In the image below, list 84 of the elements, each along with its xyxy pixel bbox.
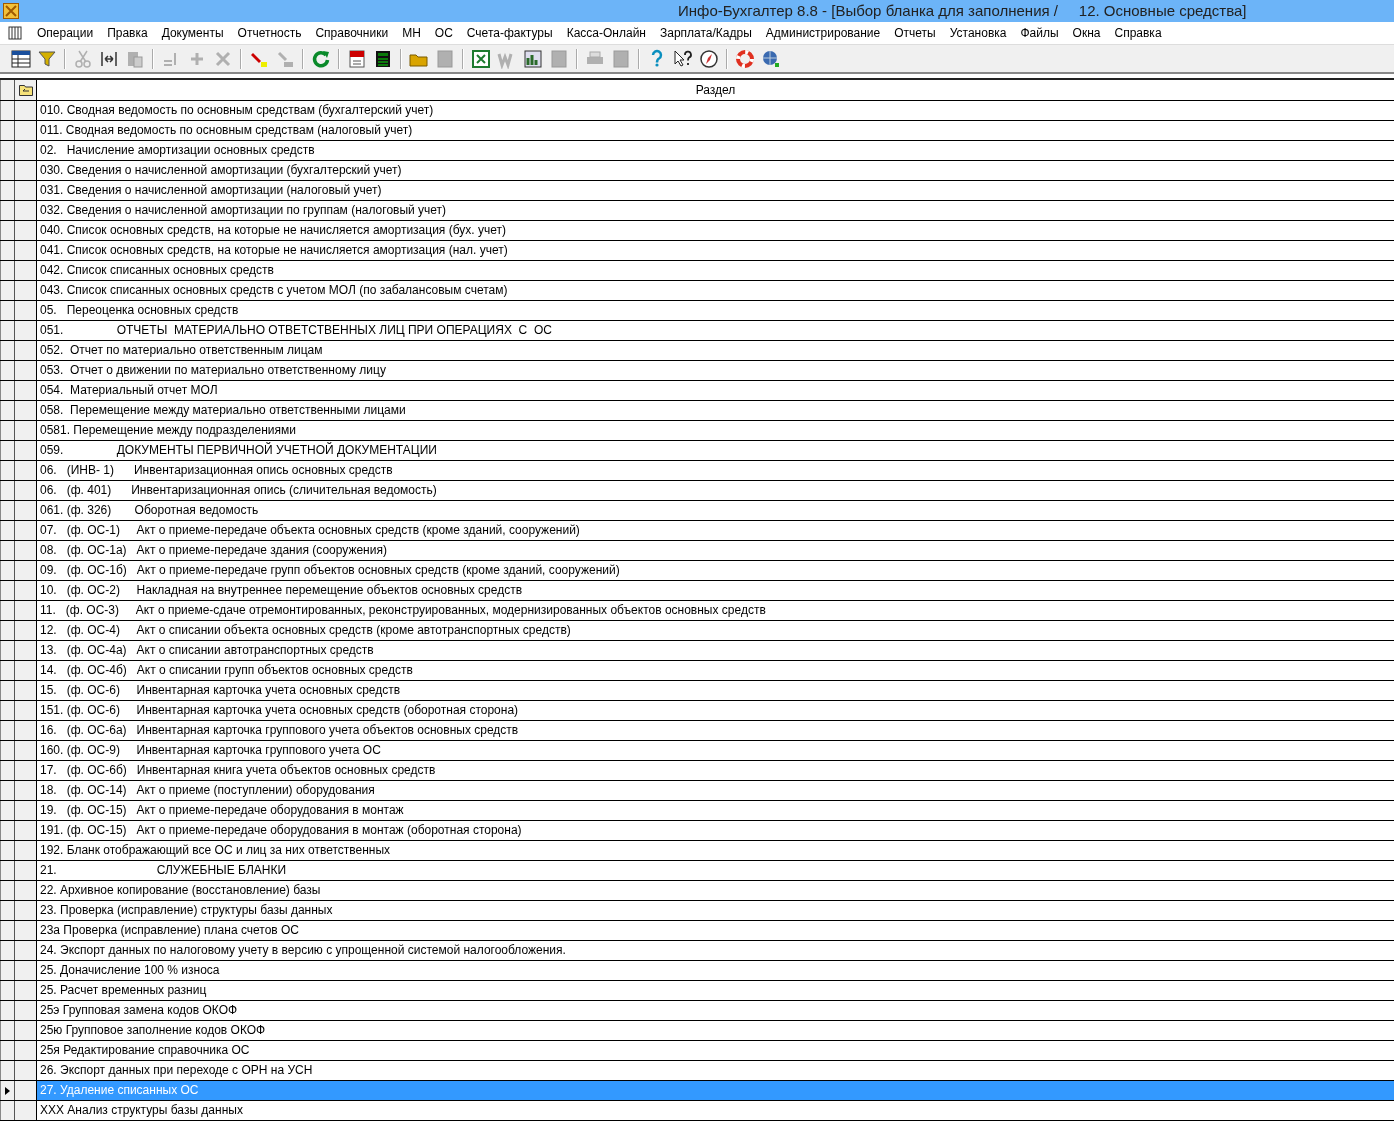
row-selector[interactable] <box>0 481 15 500</box>
menu-item[interactable]: Справка <box>1107 26 1169 40</box>
menu-item[interactable]: Счета-фактуры <box>459 26 560 40</box>
header-corner <box>0 80 15 100</box>
row-selector[interactable] <box>0 181 15 200</box>
menu-item[interactable]: Установка <box>942 26 1014 40</box>
row-selector[interactable] <box>0 781 15 800</box>
row-selector[interactable] <box>0 821 15 840</box>
lifebuoy-icon[interactable] <box>735 48 755 69</box>
row-selector[interactable] <box>0 1061 15 1080</box>
row-selector[interactable] <box>0 941 15 960</box>
row-selector[interactable] <box>0 841 15 860</box>
window-title: Инфо-Бухгалтер 8.8 - [Выбор бланка для заполнения / 12. Основные средства] <box>678 2 1247 19</box>
row-selector[interactable] <box>0 501 15 520</box>
pointer-help-icon[interactable] <box>673 48 693 69</box>
row-selector[interactable] <box>0 361 15 380</box>
row-selector[interactable] <box>0 801 15 820</box>
row-selector[interactable] <box>0 381 15 400</box>
spreadsheet-icon[interactable] <box>471 48 491 69</box>
row-selector[interactable] <box>0 521 15 540</box>
row-selector[interactable] <box>0 601 15 620</box>
row-selector[interactable] <box>0 541 15 560</box>
app-icon <box>3 3 19 19</box>
menu-item[interactable]: Зарплата/Кадры <box>652 26 759 40</box>
menu-item[interactable]: МН <box>395 26 428 40</box>
row-selector[interactable] <box>0 141 15 160</box>
row-selector[interactable] <box>0 641 15 660</box>
menu-item[interactable]: ОС <box>427 26 460 40</box>
row-selector[interactable] <box>0 1081 15 1100</box>
row-selector[interactable] <box>0 901 15 920</box>
menu-item[interactable]: Отчетность <box>230 26 309 40</box>
chart-icon[interactable] <box>523 48 543 69</box>
row-selector[interactable] <box>0 981 15 1000</box>
row-selector[interactable] <box>0 201 15 220</box>
table-icon[interactable] <box>11 48 31 69</box>
row-selector[interactable] <box>0 421 15 440</box>
row-selector[interactable] <box>0 121 15 140</box>
row-selector[interactable] <box>0 681 15 700</box>
row-selector[interactable] <box>0 921 15 940</box>
globe-icon[interactable] <box>761 48 781 69</box>
row-selector[interactable] <box>0 241 15 260</box>
compass-icon[interactable] <box>699 48 719 69</box>
filter-icon[interactable] <box>37 48 57 69</box>
menu-item[interactable]: Файлы <box>1013 26 1066 40</box>
row-selector[interactable] <box>0 341 15 360</box>
row-selector[interactable] <box>0 281 15 300</box>
row-selector[interactable] <box>0 761 15 780</box>
row-selector[interactable] <box>0 961 15 980</box>
row-selector[interactable] <box>0 1001 15 1020</box>
row-selector[interactable] <box>0 221 15 240</box>
row-selector[interactable] <box>0 621 15 640</box>
menu-item[interactable]: Операции <box>30 26 101 40</box>
row-selector[interactable] <box>0 1101 15 1120</box>
row-selector[interactable] <box>0 321 15 340</box>
menu-item[interactable]: Справочники <box>308 26 396 40</box>
row-selector[interactable] <box>0 441 15 460</box>
row-selector[interactable] <box>0 861 15 880</box>
menu-item[interactable]: Правка <box>100 26 155 40</box>
menu-item[interactable]: Документы <box>154 26 231 40</box>
row-pointer-icon <box>5 1086 10 1095</box>
document-menu-icon[interactable] <box>8 26 22 40</box>
column-header[interactable]: Раздел <box>37 80 1394 100</box>
row-selector[interactable] <box>0 261 15 280</box>
calculator-icon[interactable] <box>373 48 393 69</box>
row-selector[interactable] <box>0 881 15 900</box>
row-selector[interactable] <box>0 161 15 180</box>
refresh-icon[interactable] <box>311 48 331 69</box>
row-selector[interactable] <box>0 301 15 320</box>
row-selector[interactable] <box>0 741 15 760</box>
menu-item[interactable]: Окна <box>1065 26 1108 40</box>
row-selector[interactable] <box>0 661 15 680</box>
row-selector[interactable] <box>0 701 15 720</box>
row-selector[interactable] <box>0 401 15 420</box>
menu-item[interactable]: Отчеты <box>887 26 943 40</box>
calendar-icon[interactable] <box>347 48 367 69</box>
row-selector[interactable] <box>0 721 15 740</box>
row-selector[interactable] <box>0 1041 15 1060</box>
menu-item[interactable]: Администрирование <box>758 26 888 40</box>
menu-item[interactable]: Касса-Онлайн <box>559 26 653 40</box>
row-selector[interactable] <box>0 561 15 580</box>
row-selector[interactable] <box>0 101 15 120</box>
row-selector[interactable] <box>0 461 15 480</box>
row-selector[interactable] <box>0 1021 15 1040</box>
row-selector[interactable] <box>0 581 15 600</box>
